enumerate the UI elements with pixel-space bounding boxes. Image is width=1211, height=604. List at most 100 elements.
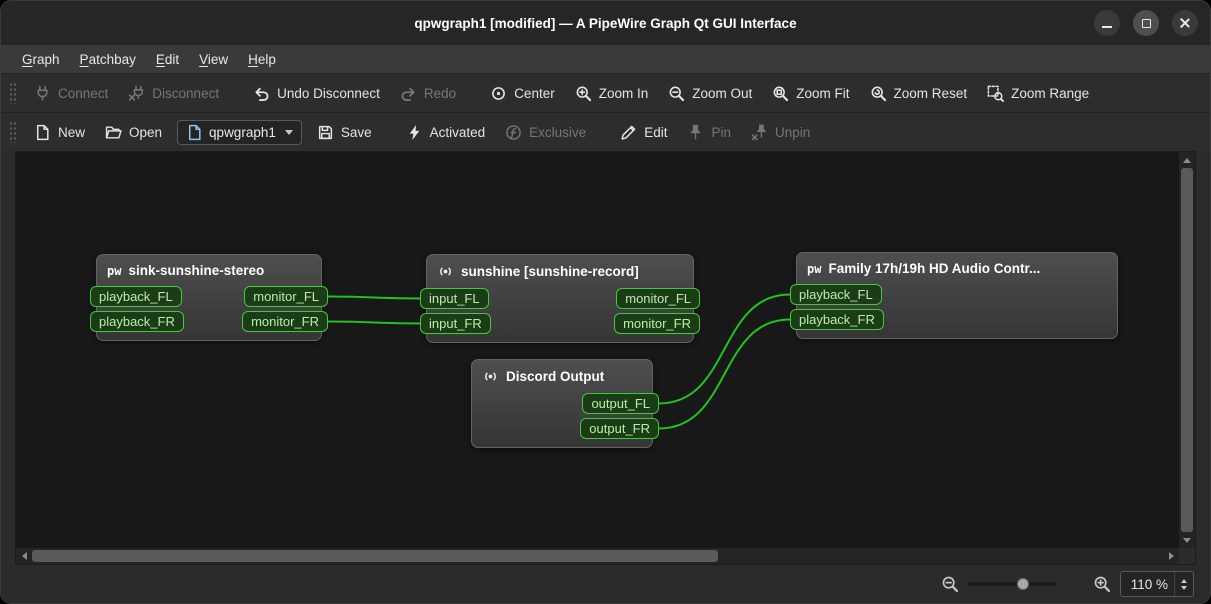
zoom-reset-button[interactable]: Zoom Reset [861,80,977,107]
chevron-down-icon [284,129,293,135]
arrow-right-icon [1168,552,1174,560]
activated-button[interactable]: Activated [397,119,495,146]
connection-cable[interactable] [327,295,421,300]
speaker-icon [482,368,499,385]
graph-node[interactable]: sunshine [sunshine-record] input_FL monito… [420,254,700,343]
zoom-fit-button[interactable]: Zoom Fit [763,80,858,107]
graph-node[interactable]: pw sink-sunshine-stereo playback_FL monitor… [90,254,328,341]
menu-graph[interactable]: Graph [13,49,69,70]
zoom-reset-icon [870,85,887,102]
exclusive-button[interactable]: Exclusive [496,119,595,146]
minimize-button[interactable] [1094,10,1120,36]
redo-button[interactable]: Redo [391,80,465,107]
graph-port[interactable]: output_FR [580,418,659,439]
graph-port[interactable]: monitor_FR [614,313,700,334]
plug-disconnect-icon [128,85,145,102]
statusbar: 110 % [1,565,1210,603]
speaker-icon [437,263,454,280]
toolbar-drag-handle[interactable] [9,121,16,143]
node-title: Family 17h/19h HD Audio Contr... [828,261,1041,276]
v-scroll-thumb[interactable] [1181,168,1193,532]
v-scroll-down-button[interactable] [1179,532,1195,548]
graph-toolbar: Connect Disconnect Undo Disconnect Redo … [1,73,1210,112]
exclusive-icon [505,124,522,141]
graph-port[interactable]: playback_FL [90,286,182,307]
maximize-button[interactable] [1133,10,1159,36]
menu-view[interactable]: View [190,49,237,70]
session-combobox[interactable]: qpwgraph1 [177,119,302,145]
unpin-button[interactable]: Unpin [742,119,819,146]
spin-up-icon[interactable] [1181,578,1187,583]
graph-node[interactable]: Discord Output output_FL output_FR [471,359,659,448]
zoom-spinbox[interactable]: 110 % [1120,571,1194,597]
save-icon [317,124,334,141]
minimize-icon [1102,25,1112,28]
cable-layer [327,293,791,430]
zoom-out-icon [668,85,685,102]
graph-port[interactable]: playback_FR [90,311,184,332]
scrollbar-corner [1179,548,1195,564]
zoom-out-icon[interactable] [941,575,959,593]
vertical-scrollbar[interactable] [1179,152,1195,548]
h-scroll-left-button[interactable] [16,548,32,564]
zoom-slider[interactable] [968,576,1056,592]
pin-icon [687,124,704,141]
h-scroll-thumb[interactable] [32,550,719,562]
pencil-icon [620,124,637,141]
maximize-icon [1141,18,1151,28]
center-target-icon [490,85,507,102]
app-window: qpwgraph1 [modified] — A PipeWire Graph … [0,0,1211,604]
graph-port[interactable]: monitor_FL [616,288,700,309]
graph-canvas[interactable]: pw sink-sunshine-stereo playback_FL monitor… [16,152,1179,548]
window-title: qpwgraph1 [modified] — A PipeWire Graph … [414,15,797,31]
center-button[interactable]: Center [481,80,564,107]
plug-icon [34,85,51,102]
graph-port[interactable]: monitor_FL [244,286,328,307]
titlebar[interactable]: qpwgraph1 [modified] — A PipeWire Graph … [1,1,1210,45]
zoom-in-icon[interactable] [1093,575,1111,593]
zoom-fit-icon [772,85,789,102]
zoom-slider-thumb[interactable] [1016,578,1029,590]
save-button[interactable]: Save [308,119,381,146]
toolbar-drag-handle[interactable] [9,82,16,104]
arrow-left-icon [21,552,27,560]
graph-node[interactable]: pw Family 17h/19h HD Audio Contr... playba… [790,252,1118,339]
horizontal-scrollbar[interactable] [16,548,1179,564]
disconnect-button[interactable]: Disconnect [119,80,228,107]
open-button[interactable]: Open [96,119,171,146]
v-scroll-up-button[interactable] [1179,152,1195,168]
pin-button[interactable]: Pin [678,119,740,146]
node-title: sink-sunshine-stereo [128,263,265,278]
edit-button[interactable]: Edit [611,119,676,146]
pipewire-icon: pw [807,261,822,276]
graph-port[interactable]: playback_FR [790,309,884,330]
undo-icon [253,85,270,102]
connection-cable[interactable] [327,320,421,325]
zoom-out-button[interactable]: Zoom Out [659,80,761,107]
zoom-range-button[interactable]: Zoom Range [978,80,1098,107]
connect-button[interactable]: Connect [25,80,117,107]
graph-port[interactable]: input_FL [420,288,489,309]
graph-port[interactable]: input_FR [420,313,491,334]
graph-port[interactable]: playback_FL [790,284,882,305]
node-title: sunshine [sunshine-record] [461,264,639,279]
node-title: Discord Output [506,369,605,384]
pipewire-icon: pw [107,263,122,278]
undo-disconnect-button[interactable]: Undo Disconnect [244,80,389,107]
spin-down-icon[interactable] [1181,585,1187,590]
graph-port[interactable]: output_FL [582,393,659,414]
zoom-in-button[interactable]: Zoom In [566,80,658,107]
h-scroll-right-button[interactable] [1163,548,1179,564]
menu-patchbay[interactable]: Patchbay [71,49,145,70]
lightning-icon [406,124,423,141]
window-controls [1094,1,1198,45]
new-button[interactable]: New [25,119,94,146]
menubar: Graph Patchbay Edit View Help [1,45,1210,73]
close-button[interactable] [1172,10,1198,36]
redo-icon [400,85,417,102]
close-icon [1179,17,1191,29]
arrow-up-icon [1183,157,1191,163]
menu-help[interactable]: Help [239,49,285,70]
graph-port[interactable]: monitor_FR [242,311,328,332]
menu-edit[interactable]: Edit [147,49,188,70]
